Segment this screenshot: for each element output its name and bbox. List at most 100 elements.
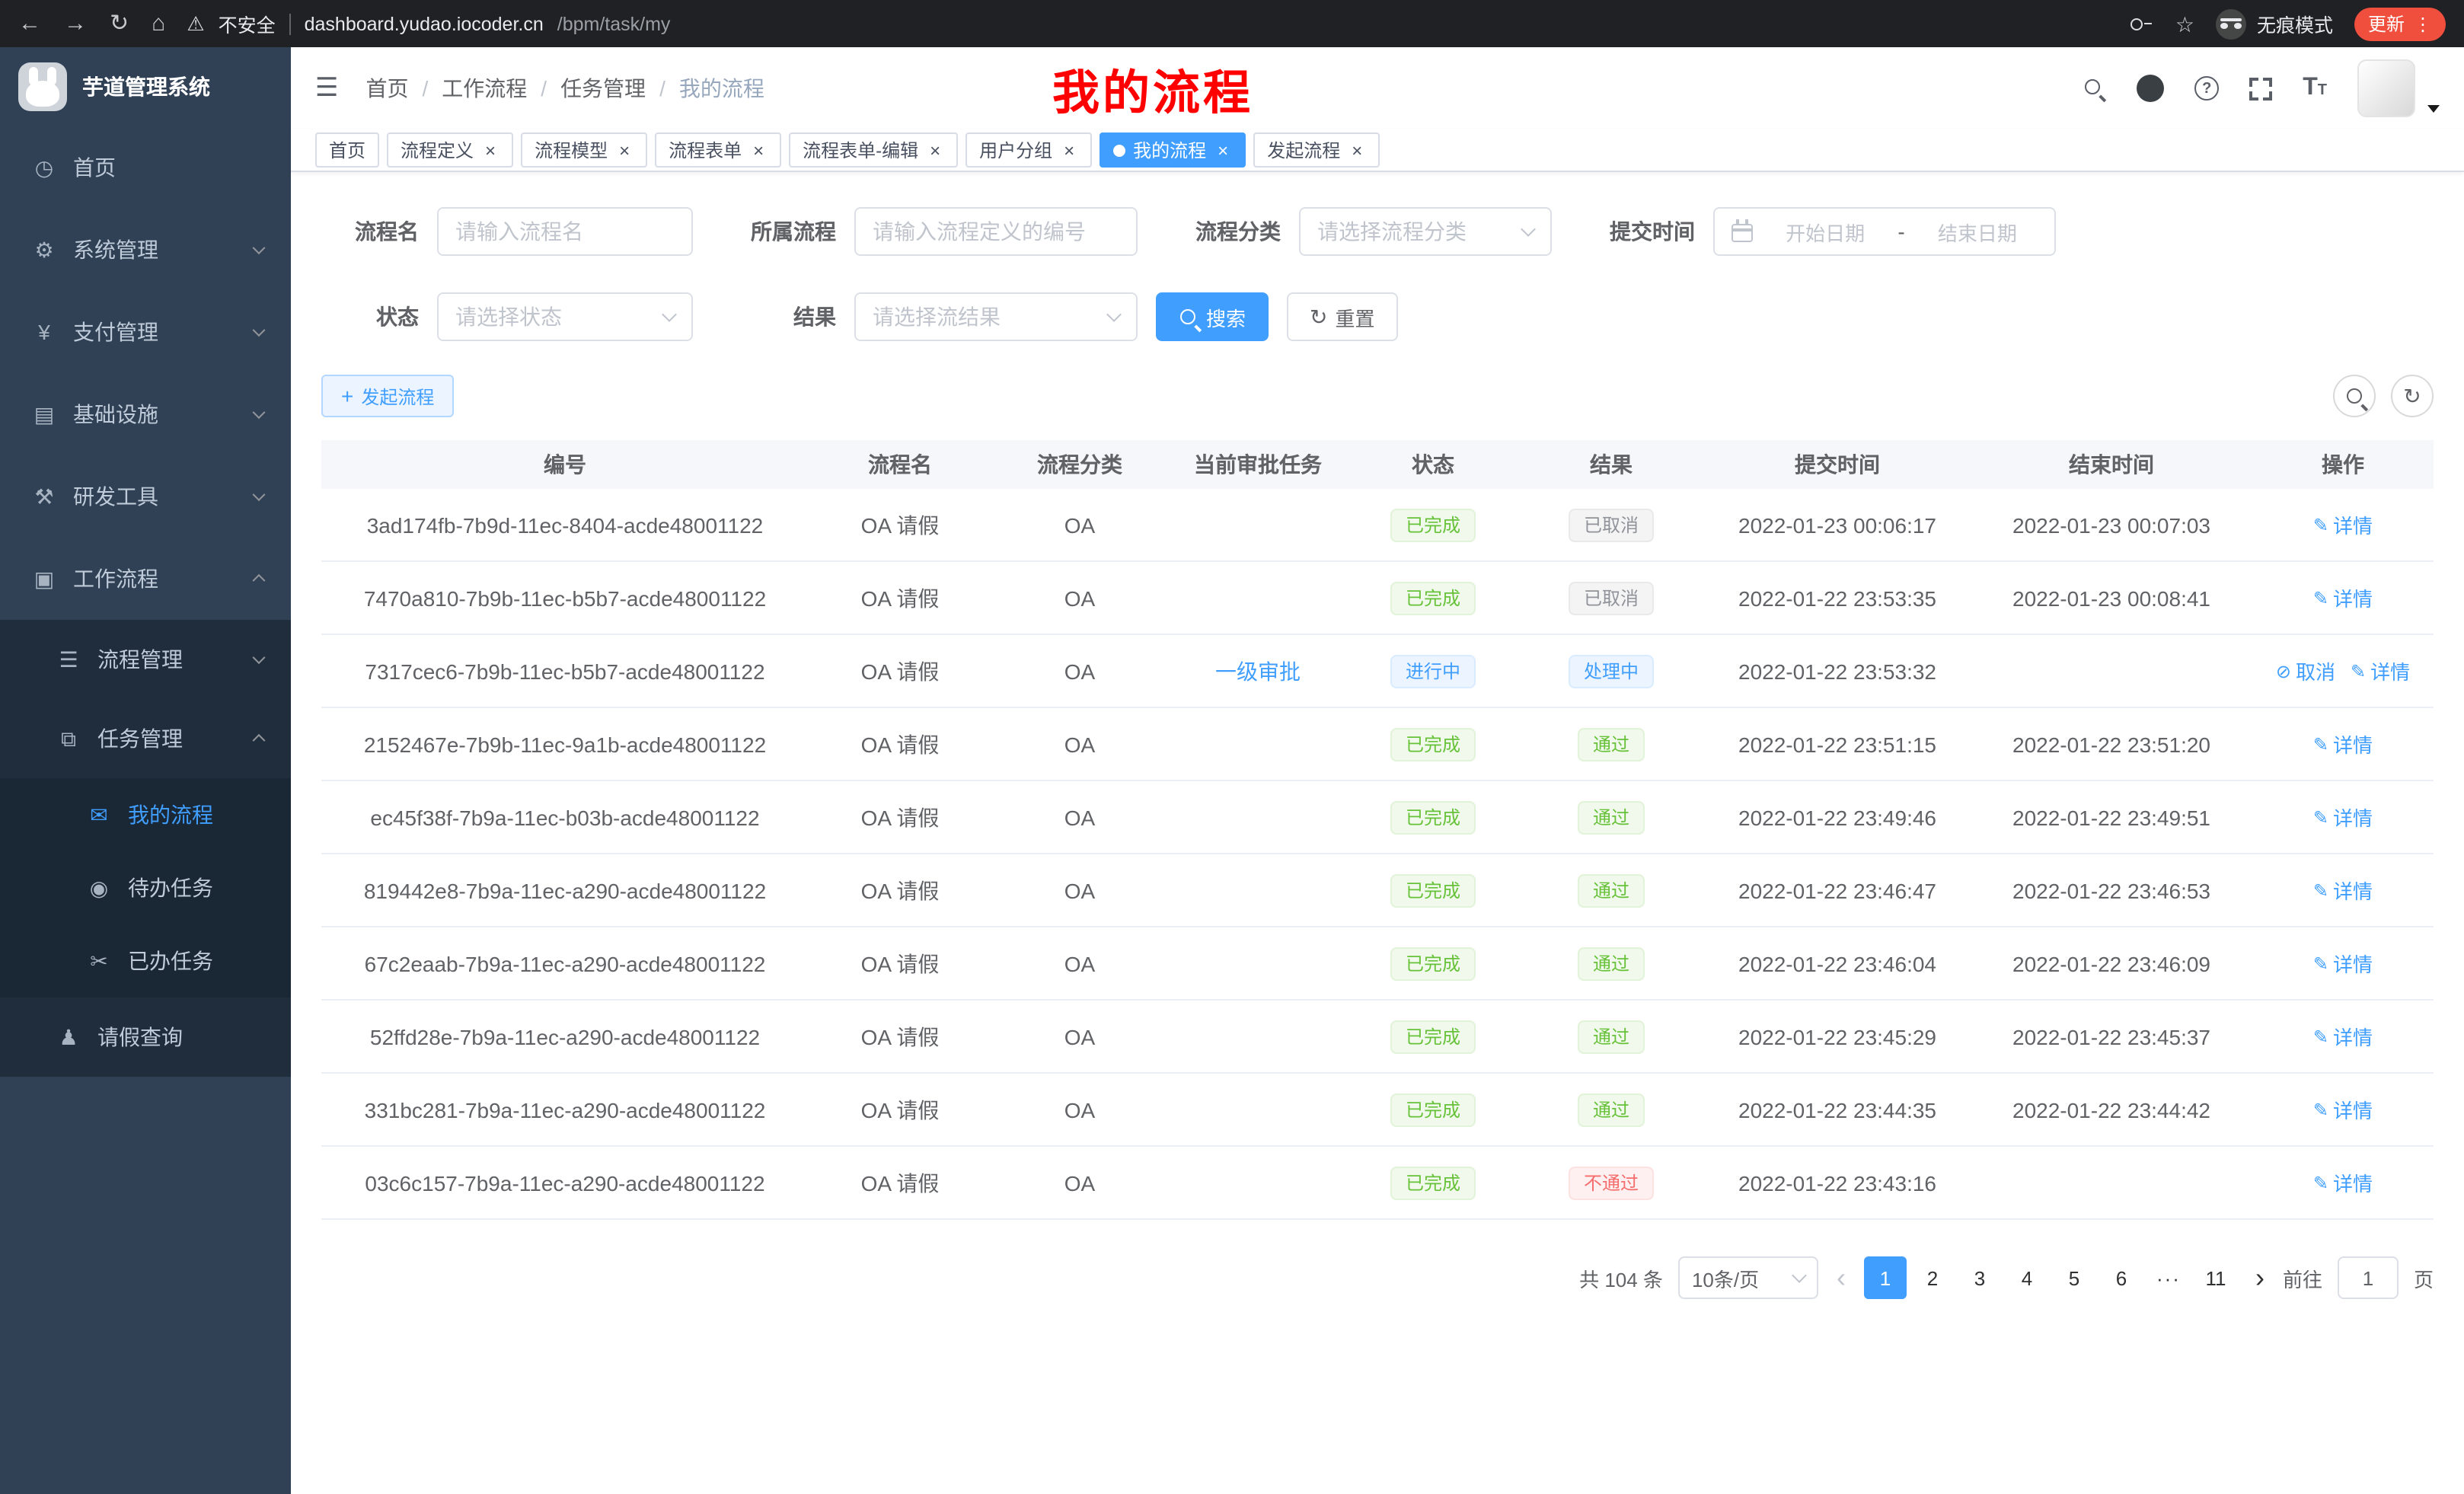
tab-close-icon[interactable]: ×: [615, 141, 634, 159]
process-name-input[interactable]: [437, 207, 693, 256]
row-id: 3ad174fb-7b9d-11ec-8404-acde48001122: [367, 512, 764, 537]
sidebar-item-label: 工作流程: [73, 563, 158, 594]
tab[interactable]: 流程模型 ×: [521, 132, 647, 168]
page-number-list: 1 2 3 4 5 6 ··· 11: [1864, 1256, 2237, 1299]
tab-close-icon[interactable]: ×: [1348, 141, 1366, 159]
tab-close-icon[interactable]: ×: [1214, 141, 1232, 159]
detail-link[interactable]: ✎详情: [2313, 949, 2373, 978]
prev-page-button[interactable]: ‹: [1834, 1264, 1849, 1291]
search-icon[interactable]: [2083, 77, 2106, 100]
page-number-button[interactable]: 6: [2100, 1256, 2143, 1299]
sidebar-item[interactable]: ♟ 请假查询: [0, 998, 291, 1077]
toggle-search-button[interactable]: [2333, 375, 2376, 417]
detail-link[interactable]: ✎详情: [2313, 583, 2373, 612]
breadcrumb-item[interactable]: 首页: [366, 73, 409, 104]
row-category-cell: OA: [991, 489, 1168, 560]
sidebar-item[interactable]: ✉ 我的流程: [0, 778, 291, 851]
cancel-link[interactable]: ⊘取消: [2276, 656, 2335, 685]
row-category-cell: OA: [991, 854, 1168, 926]
font-size-large-glyph: T: [2303, 76, 2318, 101]
sidebar-item[interactable]: ⚒ 研发工具: [0, 455, 291, 538]
submit-time-range-picker[interactable]: 开始日期 - 结束日期: [1713, 207, 2056, 256]
detail-link[interactable]: ✎详情: [2313, 876, 2373, 905]
reload-icon[interactable]: ↻: [110, 12, 129, 35]
back-icon[interactable]: ←: [18, 12, 41, 35]
page-size-select[interactable]: 10条/页: [1678, 1256, 1818, 1299]
breadcrumb-item[interactable]: 任务管理: [560, 73, 646, 104]
breadcrumb-item[interactable]: 工作流程: [442, 73, 527, 104]
tab[interactable]: 流程表单-编辑 ×: [789, 132, 958, 168]
breadcrumb-item[interactable]: 我的流程: [679, 73, 764, 104]
tab-close-icon[interactable]: ×: [481, 141, 500, 159]
detail-link[interactable]: ✎详情: [2313, 510, 2373, 539]
avatar-caret-icon[interactable]: [2427, 104, 2440, 112]
sidebar-item[interactable]: ⚙ 系统管理: [0, 209, 291, 291]
tab[interactable]: 流程表单 ×: [655, 132, 781, 168]
forward-icon[interactable]: →: [64, 12, 87, 35]
refresh-table-button[interactable]: ↻: [2391, 375, 2434, 417]
user-avatar[interactable]: [2357, 59, 2415, 117]
next-page-button[interactable]: ›: [2252, 1264, 2268, 1291]
search-button[interactable]: 搜索: [1156, 292, 1269, 341]
tab[interactable]: 发起流程 ×: [1253, 132, 1380, 168]
sidebar-item[interactable]: ⧉ 任务管理: [0, 699, 291, 778]
row-id: ec45f38f-7b9a-11ec-b03b-acde48001122: [370, 805, 759, 829]
row-id: 67c2eaab-7b9a-11ec-a290-acde48001122: [365, 951, 766, 975]
sidebar-item[interactable]: ✂ 已办任务: [0, 924, 291, 998]
key-icon[interactable]: [2130, 11, 2154, 36]
status-badge: 已完成: [1390, 581, 1476, 615]
detail-link[interactable]: ✎详情: [2313, 1168, 2373, 1197]
status-select[interactable]: 请选择状态: [437, 292, 693, 341]
browser-menu-icon[interactable]: ⋮: [2414, 13, 2432, 34]
goto-page-input[interactable]: [2338, 1256, 2399, 1299]
sidebar-item[interactable]: ◉ 待办任务: [0, 851, 291, 924]
page-number-button[interactable]: 3: [1958, 1256, 2001, 1299]
sidebar-item[interactable]: ◷ 首页: [0, 126, 291, 209]
bookmark-star-icon[interactable]: ☆: [2175, 13, 2194, 34]
tab[interactable]: 用户分组 ×: [965, 132, 1092, 168]
detail-link[interactable]: ✎详情: [2313, 1095, 2373, 1124]
tab[interactable]: 流程定义 ×: [387, 132, 513, 168]
tab-label: 流程模型: [535, 137, 608, 163]
address-bar[interactable]: ⚠ 不安全 dashboard.yudao.iocoder.cn/bpm/tas…: [187, 9, 2130, 38]
result-select[interactable]: 请选择流结果: [854, 292, 1138, 341]
reset-button[interactable]: ↻ 重置: [1287, 292, 1398, 341]
process-definition-input[interactable]: [854, 207, 1138, 256]
page-header: ☰ 首页 / 工作流程 / 任务管理 / 我的流程 我的流程: [291, 47, 2464, 129]
github-icon[interactable]: [2137, 75, 2164, 102]
update-button[interactable]: 更新 ⋮: [2354, 7, 2446, 40]
page-number-button[interactable]: 2: [1911, 1256, 1954, 1299]
detail-link[interactable]: ✎详情: [2313, 1022, 2373, 1051]
sidebar-toggle-icon[interactable]: ☰: [315, 73, 339, 104]
detail-link[interactable]: ✎详情: [2313, 729, 2373, 758]
category-select[interactable]: 请选择流程分类: [1299, 207, 1552, 256]
page-number-button[interactable]: 5: [2053, 1256, 2095, 1299]
font-size-icon[interactable]: TT: [2303, 76, 2327, 101]
tab-close-icon[interactable]: ×: [1060, 141, 1078, 159]
create-process-button[interactable]: + 发起流程: [321, 375, 454, 417]
tab-close-icon[interactable]: ×: [749, 141, 768, 159]
sidebar-item[interactable]: ☰ 流程管理: [0, 620, 291, 699]
detail-link[interactable]: ✎详情: [2313, 803, 2373, 832]
sidebar-item[interactable]: ▣ 工作流程: [0, 538, 291, 620]
help-icon[interactable]: ?: [2194, 76, 2219, 101]
page-number-button[interactable]: 1: [1864, 1256, 1907, 1299]
tab[interactable]: 首页: [315, 132, 379, 168]
page-number-button[interactable]: 11: [2194, 1256, 2237, 1299]
tab[interactable]: 我的流程 ×: [1100, 132, 1246, 168]
column-header: 结果: [1518, 440, 1704, 489]
tab-close-icon[interactable]: ×: [926, 141, 944, 159]
page-number-button[interactable]: ···: [2147, 1256, 2190, 1299]
fullscreen-icon[interactable]: [2249, 77, 2272, 100]
chevron-icon: [253, 734, 266, 747]
sidebar-item[interactable]: ▤ 基础设施: [0, 373, 291, 455]
detail-link[interactable]: ✎详情: [2351, 656, 2410, 685]
result-badge: 通过: [1578, 1020, 1645, 1053]
incognito-chip[interactable]: 无痕模式: [2216, 8, 2333, 39]
sidebar-item[interactable]: ¥ 支付管理: [0, 291, 291, 373]
detail-label: 详情: [2333, 803, 2373, 832]
current-task-link[interactable]: 一级审批: [1215, 656, 1301, 686]
row-result-cell: 通过: [1518, 854, 1704, 926]
browser-home-icon[interactable]: ⌂: [152, 12, 165, 35]
page-number-button[interactable]: 4: [2006, 1256, 2048, 1299]
